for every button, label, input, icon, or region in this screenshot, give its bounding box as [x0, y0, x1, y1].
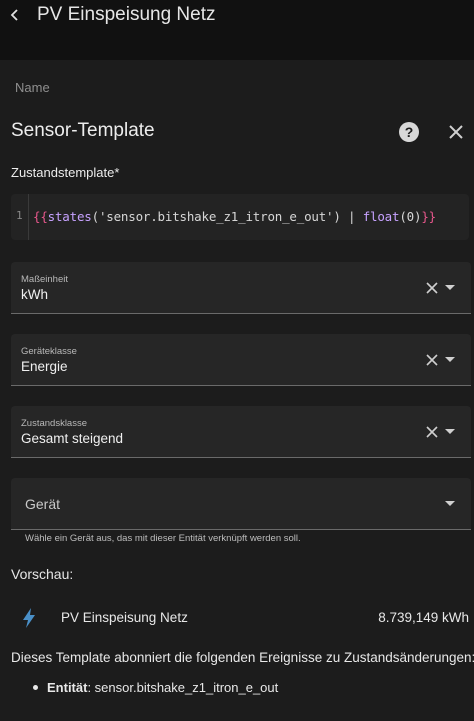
close-icon[interactable] [446, 122, 466, 142]
page-title: PV Einspeisung Netz [37, 4, 216, 25]
template-code: {{states('sensor.bitshake_z1_itron_e_out… [33, 209, 436, 224]
back-button[interactable] [4, 4, 26, 26]
state-class-select[interactable]: Zustandsklasse Gesamt steigend [11, 406, 471, 458]
template-code-editor[interactable]: 1 {{states('sensor.bitshake_z1_itron_e_o… [11, 194, 469, 240]
clear-icon[interactable] [425, 353, 439, 367]
code-open-brace: {{ [33, 209, 48, 224]
name-label: Name [15, 80, 50, 95]
unit-select[interactable]: Maßeinheit kWh [11, 262, 471, 314]
preview-label: Vorschau: [11, 566, 74, 582]
dropdown-arrow-icon[interactable] [445, 285, 455, 290]
template-label: Zustandstemplate* [11, 165, 120, 180]
code-close-brace: }} [421, 209, 436, 224]
lightning-bolt-icon [23, 608, 35, 628]
dialog-title: Sensor-Template [11, 120, 155, 141]
device-class-select[interactable]: Geräteklasse Energie [11, 334, 471, 386]
preview-entity-name: PV Einspeisung Netz [61, 610, 188, 625]
state-class-value: Gesamt steigend [21, 431, 124, 446]
device-class-label: Geräteklasse [21, 346, 77, 357]
preview-entity-value: 8.739,149 kWh [378, 610, 469, 625]
device-placeholder: Gerät [25, 496, 61, 512]
chevron-left-icon [10, 9, 18, 21]
device-helper-text: Wähle ein Gerät aus, das mit dieser Enti… [25, 533, 301, 544]
code-fn-float: float [362, 209, 400, 224]
unit-value: kWh [21, 287, 48, 302]
dropdown-arrow-icon[interactable] [445, 357, 455, 362]
editor-gutter: 1 [11, 194, 29, 240]
subscription-text: Dieses Template abonniert die folgenden … [11, 650, 474, 665]
sensor-template-dialog: Name Sensor-Template ? Zustandstemplate*… [0, 60, 474, 721]
help-icon[interactable]: ? [399, 122, 419, 142]
unit-label: Maßeinheit [21, 274, 68, 285]
top-app-bar: PV Einspeisung Netz [0, 0, 474, 58]
subscription-value: : sensor.bitshake_z1_itron_e_out [87, 680, 279, 695]
clear-icon[interactable] [425, 425, 439, 439]
code-argument: ('sensor.bitshake_z1_itron_e_out') [91, 209, 341, 224]
dropdown-arrow-icon[interactable] [445, 501, 455, 506]
code-pipe: | [340, 209, 363, 224]
dropdown-arrow-icon[interactable] [445, 429, 455, 434]
state-class-label: Zustandsklasse [21, 418, 88, 429]
line-number: 1 [16, 209, 23, 222]
code-argument-2: (0) [399, 209, 422, 224]
device-select[interactable]: Gerät [11, 478, 471, 530]
code-fn-states: states [47, 209, 92, 224]
subscription-key: Entität [47, 680, 88, 695]
device-class-value: Energie [21, 359, 68, 374]
list-item: Entität: sensor.bitshake_z1_itron_e_out [31, 680, 278, 695]
clear-icon[interactable] [425, 281, 439, 295]
